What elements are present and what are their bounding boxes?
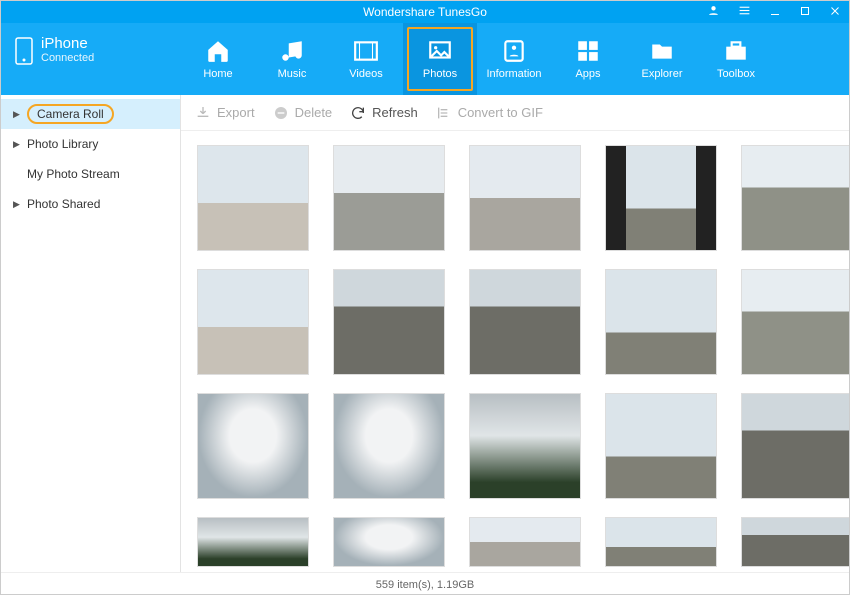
sidebar-item-label: My Photo Stream xyxy=(27,166,120,182)
nav-apps[interactable]: Apps xyxy=(551,23,625,95)
minimize-button[interactable] xyxy=(765,5,785,20)
photo-grid xyxy=(197,145,833,567)
export-label: Export xyxy=(217,105,255,120)
sidebar-item-photo-library[interactable]: ▶ Photo Library xyxy=(1,129,180,159)
photo-thumb[interactable] xyxy=(741,269,849,375)
photo-grid-scroll[interactable] xyxy=(181,131,849,572)
photo-thumb[interactable] xyxy=(469,269,581,375)
chevron-right-icon: ▶ xyxy=(13,199,21,210)
photo-thumb[interactable] xyxy=(197,145,309,251)
main: ▶ Camera Roll ▶ Photo Library My Photo S… xyxy=(1,95,849,572)
photo-thumb[interactable] xyxy=(333,145,445,251)
window-controls xyxy=(703,1,845,23)
header: iPhone Connected Home Music Videos Photo… xyxy=(1,23,849,95)
refresh-label: Refresh xyxy=(372,105,418,120)
photo-thumb[interactable] xyxy=(197,517,309,567)
sidebar-item-my-photo-stream[interactable]: My Photo Stream xyxy=(1,159,180,189)
nav-music[interactable]: Music xyxy=(255,23,329,95)
nav-label: Music xyxy=(278,68,307,80)
chevron-right-icon: ▶ xyxy=(13,109,21,120)
nav-label: Explorer xyxy=(642,68,683,80)
nav-label: Apps xyxy=(575,68,600,80)
photo-thumb[interactable] xyxy=(469,393,581,499)
nav-toolbox[interactable]: Toolbox xyxy=(699,23,773,95)
photo-thumb[interactable] xyxy=(605,269,717,375)
photo-thumb[interactable] xyxy=(741,145,849,251)
photo-thumb[interactable] xyxy=(605,393,717,499)
menu-icon[interactable] xyxy=(734,4,755,20)
photo-thumb[interactable] xyxy=(197,393,309,499)
photo-thumb[interactable] xyxy=(605,517,717,567)
sidebar-item-label: Photo Library xyxy=(27,136,98,152)
convert-label: Convert to GIF xyxy=(458,105,543,120)
photo-thumb[interactable] xyxy=(741,517,849,567)
nav-videos[interactable]: Videos xyxy=(329,23,403,95)
delete-button[interactable]: Delete xyxy=(273,105,333,121)
export-button[interactable]: Export xyxy=(195,105,255,121)
sidebar-item-camera-roll[interactable]: ▶ Camera Roll xyxy=(1,99,180,129)
sidebar-item-photo-shared[interactable]: ▶ Photo Shared xyxy=(1,189,180,219)
chevron-right-icon: ▶ xyxy=(13,139,21,150)
nav: Home Music Videos Photos Information App… xyxy=(181,23,849,95)
nav-label: Information xyxy=(486,68,541,80)
photo-thumb[interactable] xyxy=(333,517,445,567)
nav-home[interactable]: Home xyxy=(181,23,255,95)
nav-explorer[interactable]: Explorer xyxy=(625,23,699,95)
app-title: Wondershare TunesGo xyxy=(363,5,487,19)
delete-label: Delete xyxy=(295,105,333,120)
device-panel[interactable]: iPhone Connected xyxy=(1,23,181,95)
nav-label: Photos xyxy=(423,68,457,80)
titlebar: Wondershare TunesGo xyxy=(1,1,849,23)
status-text: 559 item(s), 1.19GB xyxy=(376,579,474,591)
photo-thumb[interactable] xyxy=(469,145,581,251)
sidebar: ▶ Camera Roll ▶ Photo Library My Photo S… xyxy=(1,95,181,572)
maximize-button[interactable] xyxy=(795,5,815,20)
nav-label: Toolbox xyxy=(717,68,755,80)
device-status: Connected xyxy=(41,52,94,64)
user-icon[interactable] xyxy=(703,4,724,20)
photo-thumb[interactable] xyxy=(333,269,445,375)
sidebar-item-label: Camera Roll xyxy=(27,104,114,124)
convert-gif-button[interactable]: Convert to GIF xyxy=(436,105,543,121)
photo-thumb[interactable] xyxy=(197,269,309,375)
nav-label: Home xyxy=(203,68,232,80)
content: Export Delete Refresh Convert to GIF xyxy=(181,95,849,572)
nav-photos[interactable]: Photos xyxy=(403,23,477,95)
close-button[interactable] xyxy=(825,5,845,20)
refresh-button[interactable]: Refresh xyxy=(350,105,418,121)
phone-icon xyxy=(15,37,33,68)
photo-thumb[interactable] xyxy=(333,393,445,499)
nav-label: Videos xyxy=(349,68,382,80)
nav-information[interactable]: Information xyxy=(477,23,551,95)
photo-thumb[interactable] xyxy=(605,145,717,251)
status-bar: 559 item(s), 1.19GB xyxy=(1,572,849,596)
photo-thumb[interactable] xyxy=(469,517,581,567)
photo-thumb[interactable] xyxy=(741,393,849,499)
device-name: iPhone xyxy=(41,35,94,52)
toolbar: Export Delete Refresh Convert to GIF xyxy=(181,95,849,131)
sidebar-item-label: Photo Shared xyxy=(27,196,100,212)
